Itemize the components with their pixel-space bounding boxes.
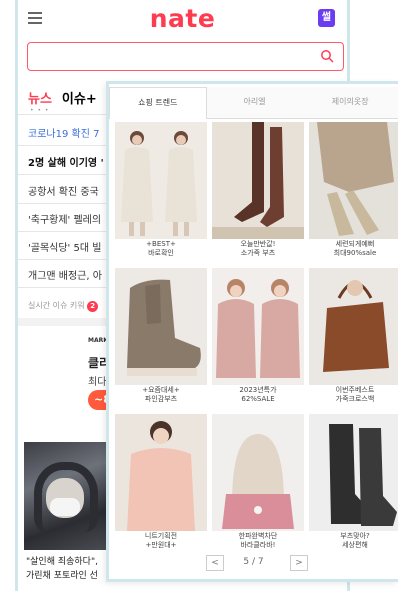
- product-label: 파인감부츠: [144, 395, 178, 403]
- product-label: 바로확인: [148, 249, 174, 257]
- photo-caption[interactable]: "살인해 죄송하다",: [26, 554, 98, 567]
- product-image: [115, 122, 207, 239]
- product-label: +요즘대세+: [142, 386, 180, 394]
- shopping-popup: 쇼핑 트렌드 아리엘 제이의옷장 +BEST+ 바로확인 오늘만반값! 소가죽 …: [106, 81, 398, 582]
- product-image: [115, 414, 207, 531]
- product-label: 이번주베스트: [335, 386, 375, 394]
- news-item[interactable]: '축구황제' 펠레의: [28, 211, 101, 226]
- product-image: [309, 268, 398, 385]
- photo-caption[interactable]: 가린채 포토라인 선: [26, 568, 98, 581]
- popup-tabs: 쇼핑 트렌드 아리엘 제이의옷장: [109, 87, 398, 119]
- product-label: 최대90%sale: [333, 249, 377, 257]
- product-image: [212, 414, 304, 531]
- page-indicator: 5 / 7: [243, 557, 264, 567]
- news-item[interactable]: 코로나19 확진 7: [28, 125, 99, 140]
- tab-news[interactable]: 뉴스: [28, 92, 52, 107]
- news-photo[interactable]: [24, 442, 114, 550]
- tab-shopping-trend[interactable]: 쇼핑 트렌드: [109, 87, 207, 119]
- ssul-badge-icon[interactable]: 썰: [318, 9, 335, 27]
- tab-j-closet[interactable]: 제이의옷장: [302, 87, 398, 119]
- product-card[interactable]: 2023년특가 62%SALE: [212, 268, 306, 413]
- pagination: < 5 / 7 >: [109, 555, 398, 577]
- nate-logo[interactable]: nate: [18, 4, 347, 33]
- tab-indicator-dots: • • •: [30, 107, 50, 114]
- product-card[interactable]: 한파완벽차단 바라클라바!: [212, 414, 306, 559]
- product-label: +BEST+: [146, 240, 176, 248]
- product-label: 62%SALE: [241, 395, 275, 403]
- tab-ariel[interactable]: 아리엘: [206, 87, 303, 119]
- product-label: 오늘만반값!: [240, 240, 276, 248]
- product-label: 세상편해: [342, 541, 368, 549]
- product-label: 소가죽 부츠: [240, 249, 276, 257]
- product-card[interactable]: +요즘대세+ 파인감부츠: [115, 268, 209, 413]
- product-card[interactable]: +BEST+ 바로확인: [115, 122, 209, 267]
- mask-shape: [50, 498, 80, 516]
- product-card[interactable]: 이번주베스트 가죽크로스백: [309, 268, 398, 413]
- news-item[interactable]: 2명 살해 이기영 ': [28, 154, 104, 169]
- product-card[interactable]: 니트기획전 +만원대+: [115, 414, 209, 559]
- product-card[interactable]: 부츠맞아? 세상편해: [309, 414, 398, 559]
- product-label: 부츠맞아?: [340, 532, 370, 540]
- product-card[interactable]: 오늘만반값! 소가죽 부츠: [212, 122, 306, 267]
- nav-tabs: 뉴스 이슈+: [28, 88, 107, 107]
- header: nate 썰: [18, 0, 347, 40]
- product-label: 세련되게예뻐: [335, 240, 375, 248]
- search-icon[interactable]: [320, 49, 334, 63]
- product-label: 바라클라바!: [240, 541, 276, 549]
- search-input[interactable]: [27, 42, 344, 71]
- product-label: 니트기획전: [144, 532, 178, 540]
- product-label: 2023년특가: [239, 386, 277, 394]
- ad-subtitle: 최다: [88, 377, 107, 388]
- product-label: 한파완벽차단: [238, 532, 278, 540]
- product-image: [115, 268, 207, 385]
- news-item[interactable]: 공항서 확진 중국: [28, 183, 99, 198]
- keyword-label: 실시간 이슈 키워: [28, 301, 85, 310]
- news-item[interactable]: 개그맨 배정근, 아: [28, 267, 102, 282]
- next-page-button[interactable]: >: [290, 555, 308, 571]
- keyword-badge: 2: [87, 301, 99, 312]
- product-card[interactable]: 세련되게예뻐 최대90%sale: [309, 122, 398, 267]
- realtime-keyword[interactable]: 실시간 이슈 키워 2: [28, 300, 99, 312]
- product-image: [309, 414, 398, 531]
- page: nate 썰 뉴스 이슈+ • • • 코로나19 확진 7 2명 살해 이기영 …: [0, 0, 398, 591]
- tab-issue[interactable]: 이슈+: [62, 92, 97, 107]
- product-image: [309, 122, 398, 239]
- product-image: [212, 122, 304, 239]
- product-label: +만원대+: [145, 541, 177, 549]
- product-image: [212, 268, 304, 385]
- news-item[interactable]: '골목식당' 5대 빌: [28, 239, 101, 254]
- product-label: 가죽크로스백: [335, 395, 375, 403]
